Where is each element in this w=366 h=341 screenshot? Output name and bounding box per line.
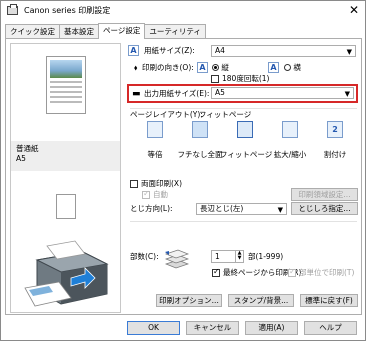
radio-unselected-icon bbox=[284, 64, 291, 71]
layout-current-value: フィットページ bbox=[199, 110, 252, 119]
page-layout-icon: 2 bbox=[327, 121, 343, 138]
copies-stack-icon bbox=[164, 249, 190, 269]
orientation-label: 印刷の向き(O): bbox=[142, 63, 194, 72]
media-size-label: A5 bbox=[16, 154, 26, 163]
rotate-180-label: 180度回転(1) bbox=[222, 74, 270, 83]
radio-selected-icon bbox=[212, 64, 219, 71]
layout-option-normal[interactable]: 等倍 bbox=[130, 121, 180, 160]
output-size-select[interactable]: A5 ▼ bbox=[211, 87, 354, 99]
duplex-label: 両面印刷(X) bbox=[141, 179, 182, 188]
print-settings-window: Canon series 印刷設定 ✕ クイック設定 基本設定 ページ設定 ユー… bbox=[0, 0, 366, 341]
tab-quick-setup[interactable]: クイック設定 bbox=[5, 24, 60, 39]
restore-defaults-button[interactable]: 標準に戻す(F) bbox=[300, 294, 358, 307]
binding-value: 長辺とじ(左) bbox=[200, 204, 244, 213]
chevron-down-icon: ▼ bbox=[277, 206, 283, 214]
copies-label: 部数(C): bbox=[130, 252, 159, 261]
page-size-icon: A bbox=[128, 45, 139, 56]
landscape-label: 横 bbox=[293, 63, 301, 72]
auto-duplex-checkbox[interactable] bbox=[142, 189, 150, 199]
close-icon[interactable]: ✕ bbox=[349, 3, 359, 17]
landscape-radio[interactable]: 横 bbox=[284, 63, 301, 73]
tab-page-setup[interactable]: ページ設定 bbox=[98, 23, 146, 39]
collate-label: 部単位で印刷(T) bbox=[299, 268, 355, 277]
page-size-select[interactable]: A4 ▼ bbox=[211, 45, 356, 57]
landscape-icon: A bbox=[268, 62, 279, 73]
media-type-label: 普通紙 bbox=[16, 144, 39, 153]
stamp-background-button[interactable]: スタンプ/背景... bbox=[228, 294, 294, 307]
output-size-label: 出力用紙サイズ(E): bbox=[144, 89, 210, 98]
layout-label: ページレイアウト(Y): bbox=[130, 110, 203, 119]
output-printer-icon: ▬ bbox=[132, 89, 141, 99]
media-info: 普通紙 A5 bbox=[11, 141, 120, 171]
copies-range-label: 部(1-999) bbox=[248, 252, 284, 261]
print-area-button[interactable]: 印刷領域設定... bbox=[291, 188, 358, 201]
orientation-arrow-icon: ⬧ bbox=[134, 63, 138, 72]
normal-size-icon bbox=[147, 121, 163, 138]
title-bar: Canon series 印刷設定 ✕ bbox=[1, 1, 365, 20]
borderless-icon bbox=[192, 121, 208, 138]
spinner-arrows-icon[interactable]: ▲ ▼ bbox=[235, 251, 243, 262]
binding-label: とじ方向(L): bbox=[130, 204, 173, 213]
cancel-button[interactable]: キャンセル bbox=[186, 321, 239, 335]
tab-main[interactable]: 基本設定 bbox=[59, 24, 99, 39]
window-title: Canon series 印刷設定 bbox=[24, 6, 111, 15]
layout-option-page-layout[interactable]: 2 割付け bbox=[310, 121, 360, 160]
page-size-value: A4 bbox=[215, 46, 225, 55]
binding-select[interactable]: 長辺とじ(左) ▼ bbox=[196, 203, 287, 215]
help-button[interactable]: ヘルプ bbox=[304, 321, 357, 335]
tab-utility[interactable]: ユーティリティ bbox=[144, 24, 206, 39]
page-size-label: 用紙サイズ(Z): bbox=[144, 46, 195, 55]
print-options-button[interactable]: 印刷オプション... bbox=[156, 294, 222, 307]
print-from-last-checkbox[interactable] bbox=[212, 267, 220, 277]
scaled-icon bbox=[282, 121, 298, 138]
printer-illustration-icon bbox=[24, 240, 109, 307]
layout-option-scaled[interactable]: 拡大/縮小 bbox=[265, 121, 315, 160]
chevron-down-icon: ▼ bbox=[344, 90, 350, 98]
layout-options: 等倍 フチなし全面 フィットページ 拡大/縮小 2 割付け bbox=[132, 121, 360, 171]
tab-bar: クイック設定 基本設定 ページ設定 ユーティリティ bbox=[5, 23, 206, 39]
paper-thumbnail-icon bbox=[56, 194, 76, 219]
apply-button[interactable]: 適用(A) bbox=[245, 321, 298, 335]
page-preview-image bbox=[46, 56, 86, 114]
ok-button[interactable]: OK bbox=[127, 321, 180, 335]
rotate-180-checkbox[interactable] bbox=[211, 75, 219, 83]
copies-spinner[interactable]: 1 ▲ ▼ bbox=[211, 250, 244, 263]
copies-value: 1 bbox=[215, 252, 220, 261]
printer-icon bbox=[7, 4, 18, 15]
portrait-icon: A bbox=[197, 62, 208, 73]
chevron-down-icon: ▼ bbox=[346, 48, 352, 56]
page-setup-panel: 普通紙 A5 A 用紙サイズ(Z): A4 ▼ ⬧ 印刷の向き(O): A 縦 … bbox=[5, 38, 362, 315]
collate-checkbox[interactable] bbox=[288, 267, 296, 277]
binding-margin-button[interactable]: とじしろ指定... bbox=[291, 202, 358, 215]
auto-duplex-label: 自動 bbox=[153, 190, 168, 199]
layout-option-borderless[interactable]: フチなし全面 bbox=[175, 121, 225, 160]
layout-option-fit-to-page[interactable]: フィットページ bbox=[220, 121, 272, 160]
duplex-checkbox[interactable] bbox=[130, 180, 138, 188]
preview-pane: 普通紙 A5 bbox=[10, 43, 121, 313]
portrait-radio[interactable]: 縦 bbox=[212, 63, 229, 73]
output-size-value: A5 bbox=[215, 88, 225, 97]
fit-to-page-icon bbox=[237, 121, 253, 138]
portrait-label: 縦 bbox=[221, 63, 229, 72]
